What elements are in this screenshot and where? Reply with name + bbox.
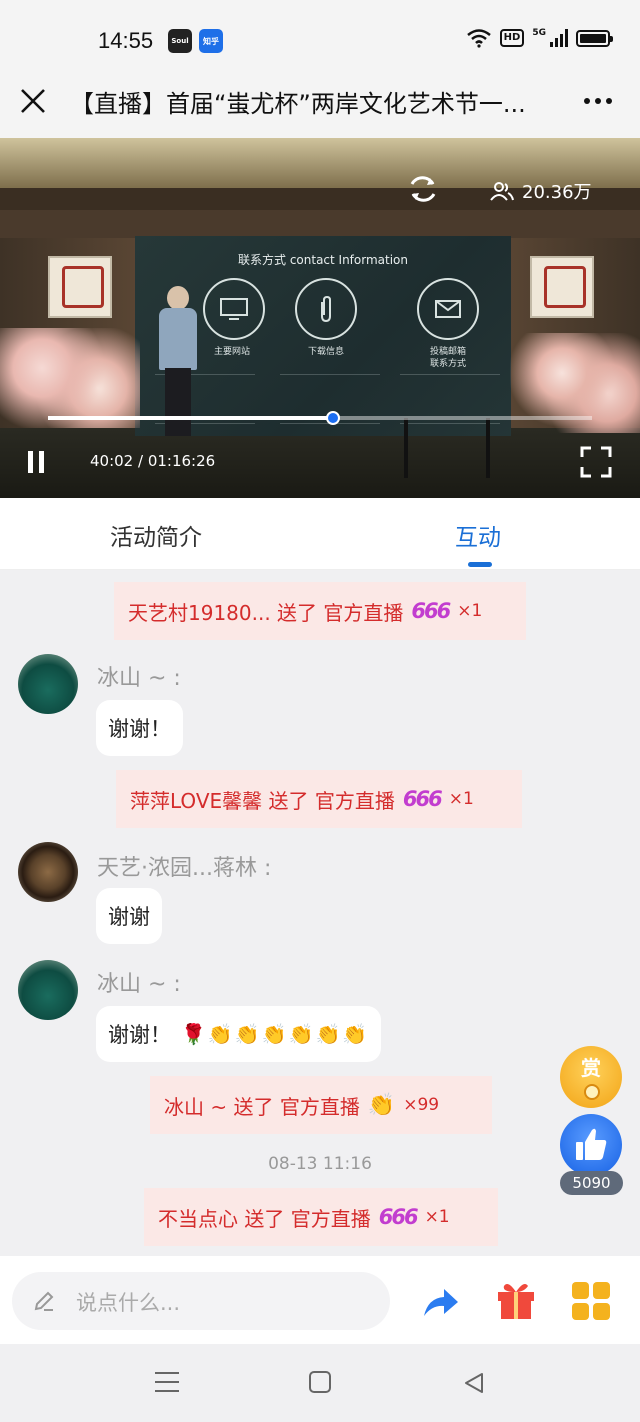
fullscreen-icon[interactable] bbox=[580, 446, 612, 478]
chat-bubble: 谢谢！ bbox=[96, 700, 183, 756]
progress-bar[interactable] bbox=[48, 411, 592, 425]
chat-message-text: 谢谢 bbox=[108, 905, 150, 929]
gift-message: 萍萍LOVE馨馨 送了 官方直播 666 ×1 bbox=[116, 770, 522, 828]
gift-666-icon: 666 bbox=[378, 1205, 419, 1229]
thumbs-up-icon bbox=[576, 1128, 607, 1160]
gift-count: ×1 bbox=[448, 789, 474, 809]
system-nav-bar bbox=[0, 1344, 640, 1422]
hd-icon: HD bbox=[499, 29, 525, 47]
gift-count: ×1 bbox=[457, 601, 483, 621]
chat-message-text: 谢谢！ bbox=[108, 717, 171, 741]
gift-message: 冰山 ~ 送了 官方直播 👏 ×99 bbox=[150, 1076, 492, 1134]
gift-count: ×99 bbox=[403, 1095, 440, 1115]
flowers-left bbox=[0, 328, 140, 428]
menu-icon[interactable] bbox=[155, 1372, 179, 1394]
home-icon[interactable] bbox=[309, 1371, 331, 1393]
gift-message: 天艺村19180... 送了 官方直播 666 ×1 bbox=[114, 582, 526, 640]
gift-message-text: 萍萍LOVE馨馨 送了 官方直播 bbox=[130, 788, 395, 813]
avatar[interactable] bbox=[18, 960, 78, 1020]
stage-poster-left bbox=[48, 256, 112, 318]
screen-label: 下载信息 bbox=[307, 347, 344, 357]
gift-message-text: 天艺村19180... 送了 官方直播 bbox=[128, 600, 404, 625]
people-icon bbox=[490, 182, 514, 201]
video-player[interactable]: 联系方式 contact Information 主要网站 下载信息 投稿邮箱 … bbox=[0, 138, 640, 498]
gift-count: ×1 bbox=[424, 1207, 450, 1227]
apps-icon[interactable] bbox=[572, 1282, 610, 1320]
gift-icon[interactable] bbox=[494, 1278, 538, 1322]
bottom-bar: 说点什么... bbox=[0, 1256, 640, 1344]
soul-app-icon: Soul bbox=[168, 29, 192, 53]
gift-666-icon: 666 bbox=[411, 599, 451, 623]
progress-fill bbox=[48, 416, 333, 420]
chat-bubble: 谢谢 bbox=[96, 888, 162, 944]
tab-active-indicator bbox=[468, 562, 492, 567]
gift-666-icon: 666 bbox=[402, 787, 443, 811]
reward-button[interactable]: 赏 bbox=[560, 1046, 622, 1108]
paperclip-icon bbox=[295, 278, 357, 340]
time-display: 40:02 / 01:16:26 bbox=[90, 452, 216, 470]
gift-message: 不当点心 送了 官方直播 666 ×1 bbox=[144, 1188, 498, 1246]
share-icon[interactable] bbox=[418, 1280, 462, 1324]
progress-thumb[interactable] bbox=[325, 411, 340, 425]
tab-interact[interactable]: 互动 bbox=[455, 518, 501, 552]
like-count: 5090 bbox=[560, 1171, 623, 1195]
speaker-figure bbox=[155, 286, 199, 436]
chat-bubble: 谢谢！ 🌹👏👏👏👏👏👏 bbox=[96, 1006, 382, 1062]
status-bar: 14:55 Soul 知乎 HD 5G bbox=[0, 0, 640, 80]
chat-list[interactable]: 天艺村19180... 送了 官方直播 666 ×1 冰山 ~ : 谢谢！ 萍萍… bbox=[0, 570, 640, 1256]
tab-bar: 活动简介 互动 bbox=[0, 498, 640, 570]
wifi-icon bbox=[466, 29, 491, 48]
viewer-count: 20.36万 bbox=[490, 178, 592, 204]
like-button[interactable] bbox=[560, 1114, 622, 1176]
chat-timestamp: 08-13 11:16 bbox=[268, 1154, 372, 1174]
monitor-icon bbox=[203, 278, 265, 340]
chat-username: 冰山 ~ : bbox=[97, 666, 181, 691]
mail-icon bbox=[417, 278, 479, 340]
signal-icon bbox=[550, 29, 568, 47]
back-icon[interactable] bbox=[462, 1371, 486, 1395]
more-icon[interactable] bbox=[584, 98, 612, 104]
comment-input[interactable]: 说点什么... bbox=[12, 1272, 390, 1330]
pause-icon[interactable] bbox=[28, 451, 52, 473]
battery-icon bbox=[576, 29, 613, 47]
screen-title: 联系方式 contact Information bbox=[238, 253, 408, 267]
status-icons: HD 5G bbox=[466, 28, 613, 48]
close-icon[interactable] bbox=[18, 86, 48, 116]
network-type-label: 5G bbox=[532, 28, 546, 38]
clap-gift-icon: 👏 bbox=[367, 1092, 396, 1118]
refresh-icon[interactable] bbox=[406, 172, 440, 206]
chat-username: 冰山 ~ : bbox=[97, 972, 181, 997]
chat-message-text: 谢谢！ bbox=[108, 1023, 171, 1047]
screen-label: 主要网站 bbox=[213, 347, 250, 357]
avatar[interactable] bbox=[18, 842, 78, 902]
screen-label: 投稿邮箱 联系方式 bbox=[429, 347, 466, 369]
gift-message-text: 不当点心 送了 官方直播 bbox=[158, 1206, 371, 1231]
avatar[interactable] bbox=[18, 654, 78, 714]
viewer-count-label: 20.36万 bbox=[522, 182, 592, 203]
stage-poster-right bbox=[530, 256, 594, 318]
zhihu-app-icon: 知乎 bbox=[199, 29, 223, 53]
pencil-icon bbox=[34, 1291, 54, 1311]
title-bar: 【直播】首届“蚩尤杯”两岸文化艺术节一... bbox=[0, 80, 640, 138]
gift-message-text: 冰山 ~ 送了 官方直播 bbox=[164, 1094, 360, 1119]
chat-username: 天艺·浓园...蒋林 : bbox=[97, 856, 272, 881]
tab-intro[interactable]: 活动简介 bbox=[110, 518, 202, 552]
comment-placeholder: 说点什么... bbox=[76, 1291, 181, 1315]
page-title: 【直播】首届“蚩尤杯”两岸文化艺术节一... bbox=[70, 90, 526, 118]
emoji-row: 🌹👏👏👏👏👏👏 bbox=[181, 1022, 370, 1046]
status-time: 14:55 bbox=[98, 28, 154, 53]
